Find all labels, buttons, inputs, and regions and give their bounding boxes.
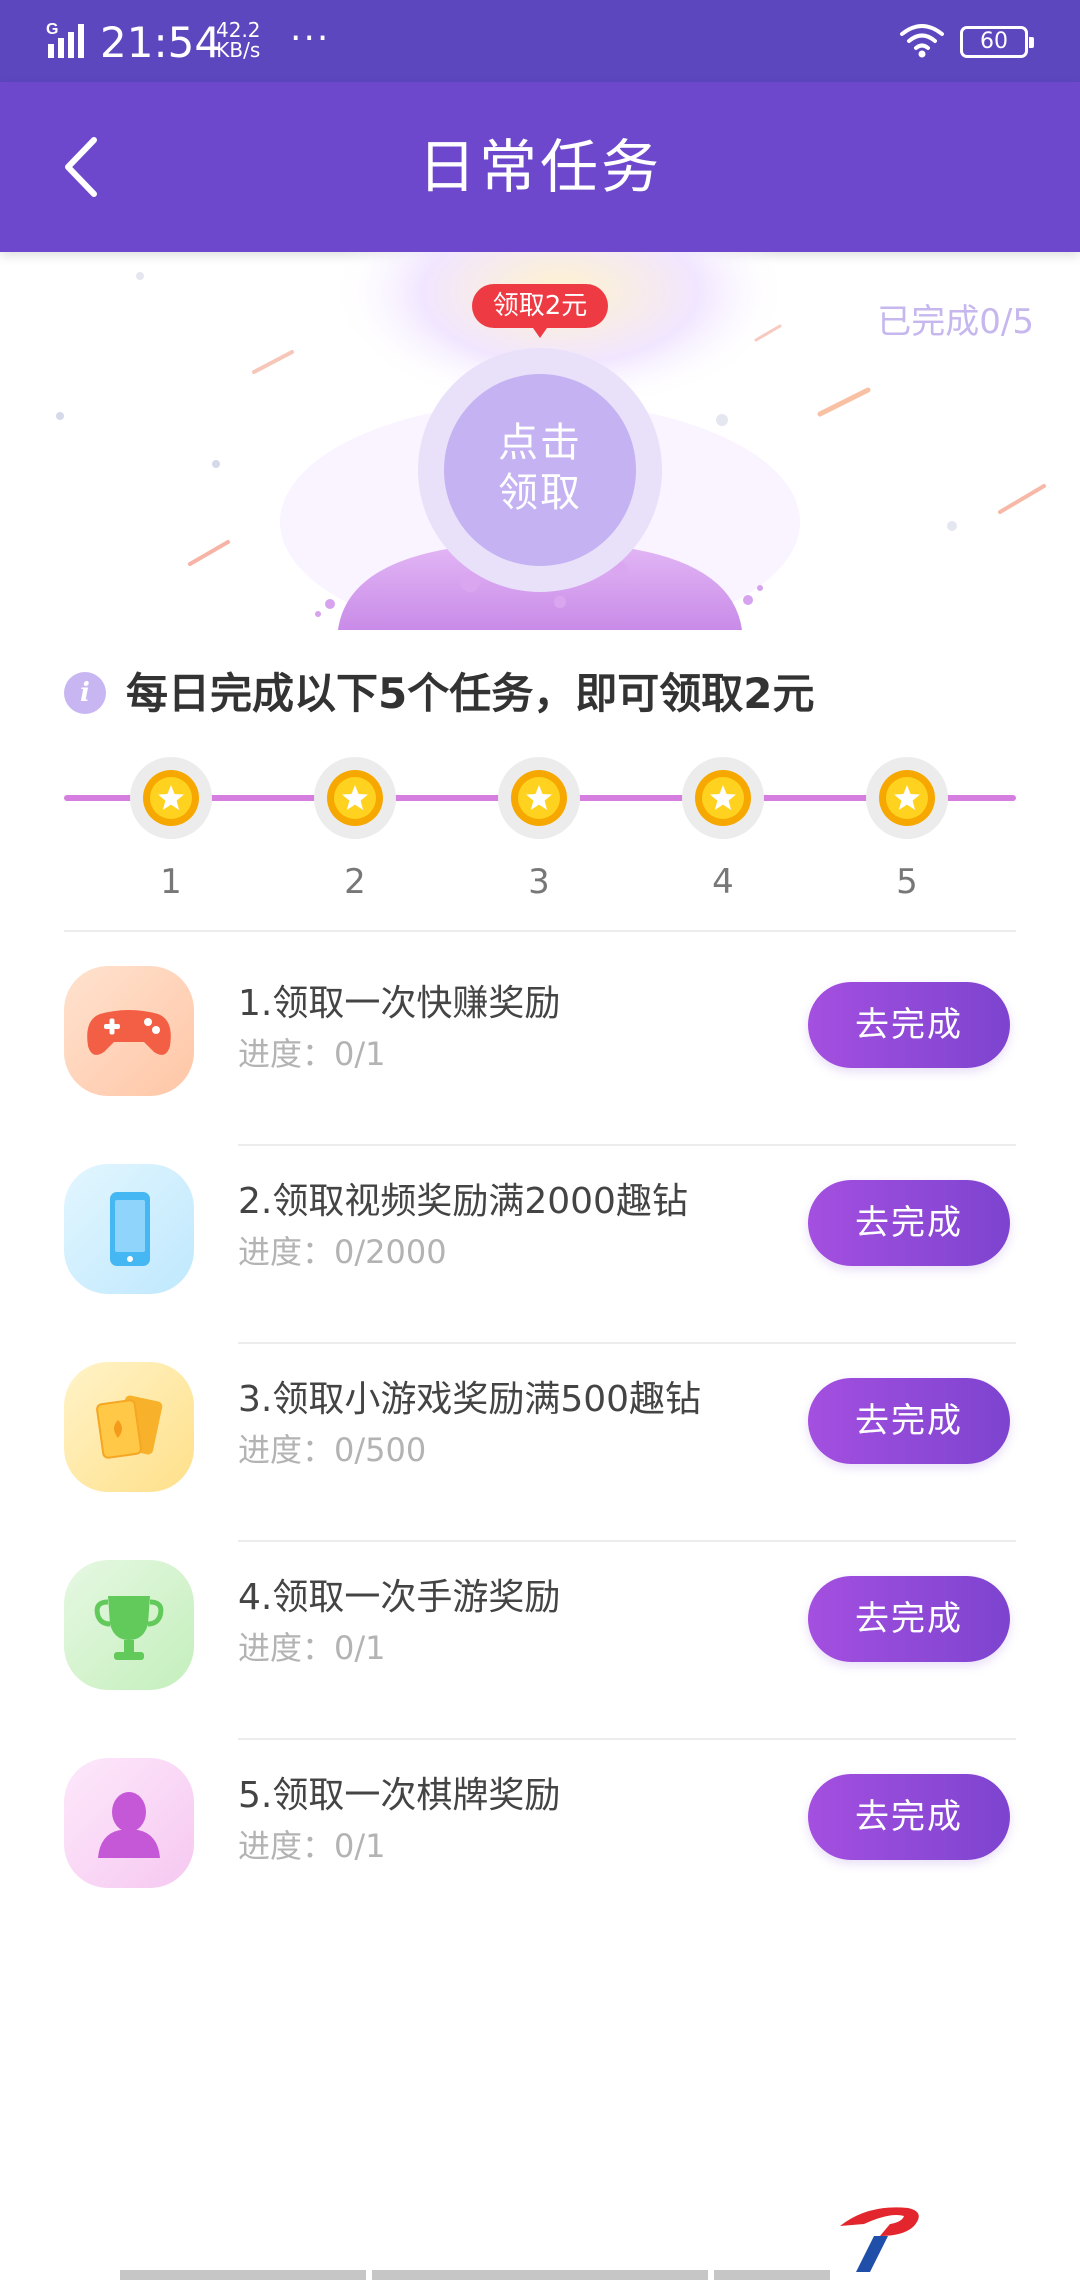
speed-unit: KB/s (216, 38, 261, 62)
coin-step-1 (130, 757, 212, 839)
coin-star-icon (327, 770, 383, 826)
go-complete-button[interactable]: 去完成 (808, 1774, 1010, 1860)
app-header: 日常任务 (0, 82, 1080, 252)
coin-step-3 (498, 757, 580, 839)
task-item: 4.领取一次手游奖励 进度：0/1 去完成 (0, 1534, 1080, 1732)
coin-star-icon (879, 770, 935, 826)
more-notifications-icon: ··· (290, 18, 331, 59)
claim-label-line1: 点击 (498, 420, 582, 466)
person-icon (64, 1758, 194, 1888)
task-item: 1.领取一次快赚奖励 进度：0/1 去完成 (0, 940, 1080, 1138)
task-title: 4.领取一次手游奖励 (238, 1577, 561, 1618)
task-progress: 进度：0/1 (238, 1035, 386, 1073)
coin-step-5 (866, 757, 948, 839)
step-number: 5 (896, 862, 918, 902)
go-complete-button[interactable]: 去完成 (808, 1378, 1010, 1464)
battery-indicator: 60 (960, 26, 1034, 58)
wifi-icon (900, 24, 944, 58)
coin-step-4 (682, 757, 764, 839)
coin-star-icon (143, 770, 199, 826)
info-icon: i (64, 672, 106, 714)
completed-count: 已完成0/5 (877, 302, 1034, 342)
task-title: 5.领取一次棋牌奖励 (238, 1775, 561, 1816)
speed-value: 42.2 (216, 18, 261, 42)
cards-icon (64, 1362, 194, 1492)
daily-tasks-screen: G 21:54 42.2 KB/s ··· 60 日常任务 点击 领取 领取2元… (0, 0, 1080, 2280)
phone-icon (64, 1164, 194, 1294)
coin-star-icon (695, 770, 751, 826)
step-number: 3 (528, 862, 550, 902)
task-progress: 进度：0/1 (238, 1629, 386, 1667)
go-complete-button[interactable]: 去完成 (808, 1576, 1010, 1662)
status-time: 21:54 (100, 18, 222, 67)
brand-logo-icon (840, 2207, 919, 2272)
reward-amount-badge: 领取2元 (472, 284, 608, 338)
step-number: 2 (344, 862, 366, 902)
page-title: 日常任务 (417, 133, 662, 201)
trophy-icon (64, 1560, 194, 1690)
bottom-edge-bar (372, 2270, 708, 2280)
task-title: 1.领取一次快赚奖励 (238, 983, 561, 1024)
network-speed: 42.2 KB/s (216, 20, 261, 60)
status-bar: G 21:54 42.2 KB/s ··· 60 (0, 0, 1080, 82)
reward-hero: 点击 领取 领取2元 已完成0/5 (0, 252, 1080, 630)
task-title: 2.领取视频奖励满2000趣钻 (238, 1181, 688, 1222)
task-title: 3.领取小游戏奖励满500趣钻 (238, 1379, 702, 1420)
coin-star-icon (511, 770, 567, 826)
bottom-edge-bar (120, 2270, 366, 2280)
task-item: 2.领取视频奖励满2000趣钻 进度：0/2000 去完成 (0, 1138, 1080, 1336)
task-item: 5.领取一次棋牌奖励 进度：0/1 去完成 (0, 1732, 1080, 1930)
task-progress: 进度：0/2000 (238, 1233, 447, 1271)
step-number: 4 (712, 862, 734, 902)
signal-icon: G (46, 21, 84, 58)
go-complete-button[interactable]: 去完成 (808, 982, 1010, 1068)
task-progress: 进度：0/1 (238, 1827, 386, 1865)
task-instructions: 每日完成以下5个任务，即可领取2元 (126, 669, 815, 718)
go-complete-button[interactable]: 去完成 (808, 1180, 1010, 1266)
claim-reward-button[interactable]: 点击 领取 (444, 374, 636, 566)
network-type-label: G (46, 21, 58, 38)
bottom-edge-bar (714, 2270, 830, 2280)
gamepad-icon (64, 966, 194, 1096)
claim-label-line2: 领取 (498, 470, 582, 516)
section-divider (64, 930, 1016, 932)
task-progress: 进度：0/500 (238, 1431, 427, 1469)
step-number: 1 (160, 862, 182, 902)
coin-step-2 (314, 757, 396, 839)
task-item: 3.领取小游戏奖励满500趣钻 进度：0/500 去完成 (0, 1336, 1080, 1534)
